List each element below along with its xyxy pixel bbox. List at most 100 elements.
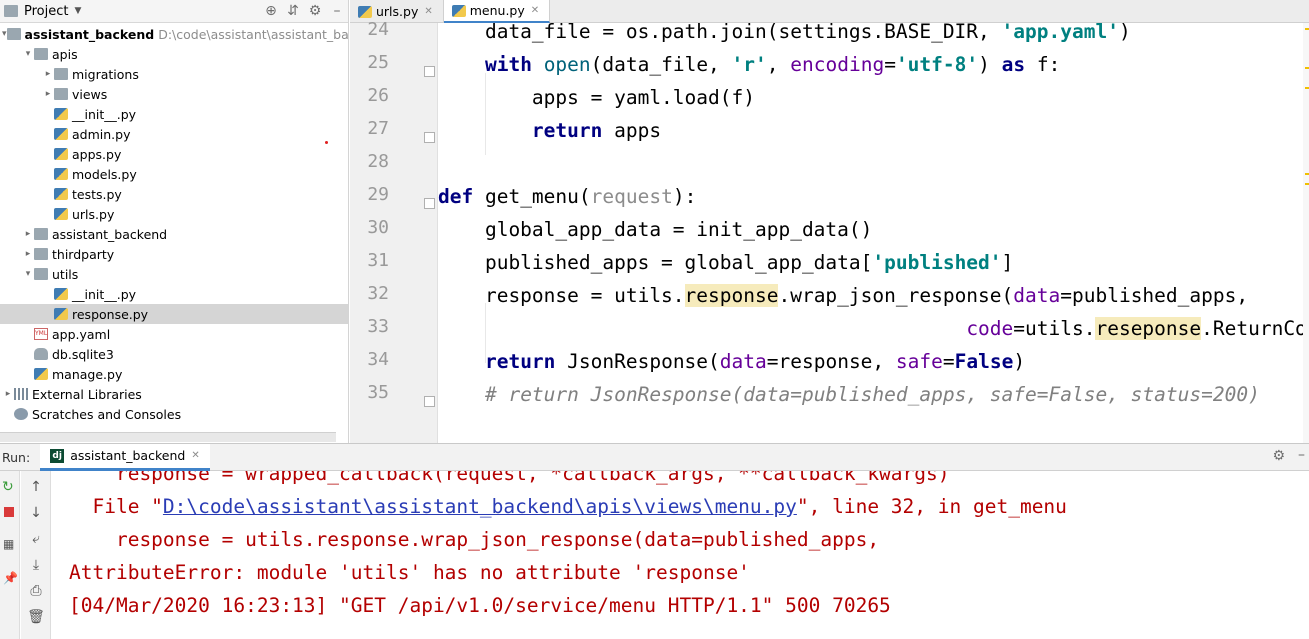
folder-icon [34, 228, 48, 240]
line-number: 33 [367, 316, 389, 337]
collapse-arrow-icon[interactable]: ▸ [22, 249, 34, 259]
tree-item[interactable]: ▾ assistant_backend D:\code\assistant\assi… [0, 24, 348, 44]
code-line: code=utils.reseponse.ReturnCode.SUCCESS) [966, 317, 1309, 340]
tree-item[interactable]: apps.py [0, 144, 348, 164]
python-file-icon [54, 288, 68, 300]
horizontal-scrollbar[interactable] [0, 432, 336, 442]
rerun-icon[interactable]: ↻ [2, 479, 14, 495]
yaml-file-icon: YML [34, 328, 48, 340]
tree-item[interactable]: __init__.py [0, 284, 348, 304]
python-file-icon [34, 368, 48, 380]
python-file-icon [54, 148, 68, 160]
tree-item[interactable]: manage.py [0, 364, 348, 384]
tree-item[interactable]: models.py [0, 164, 348, 184]
arrow-up-icon[interactable]: ↑ [21, 475, 51, 499]
close-icon[interactable]: ✕ [531, 5, 539, 16]
locate-icon[interactable]: ⊕ [260, 0, 282, 22]
line-number: 28 [367, 151, 389, 172]
line-number: 26 [367, 85, 389, 106]
fold-marker-icon[interactable] [424, 396, 435, 407]
editor-scrollbar[interactable] [1303, 23, 1309, 443]
tree-item-label: response.py [72, 306, 149, 322]
hide-icon[interactable]: – [326, 0, 348, 22]
line-gutter: 24 25 26 27 28 29 30 31 32 33 34 35 [350, 19, 438, 443]
layout-icon[interactable]: ▦ [3, 537, 14, 551]
tree-item[interactable]: urls.py [0, 204, 348, 224]
collapse-arrow-icon[interactable]: ▸ [22, 229, 34, 239]
close-icon[interactable]: ✕ [424, 6, 432, 17]
print-icon[interactable]: ⎙ [21, 579, 51, 603]
tree-item-label: app.yaml [52, 326, 111, 342]
tree-item[interactable]: __init__.py [0, 104, 348, 124]
close-icon[interactable]: ✕ [191, 450, 199, 461]
collapse-arrow-icon[interactable]: ▸ [42, 69, 54, 79]
folder-icon [34, 268, 48, 280]
folder-icon [34, 48, 48, 60]
code-line: data_file = os.path.join(settings.BASE_D… [438, 23, 1131, 43]
editor-tabs: urls.py ✕ menu.py ✕ [350, 0, 1309, 23]
python-file-icon [54, 168, 68, 180]
code-area[interactable]: data_file = os.path.join(settings.BASE_D… [438, 23, 1309, 443]
expand-arrow-icon[interactable]: ▾ [22, 49, 34, 59]
editor-tab[interactable]: menu.py ✕ [443, 0, 551, 23]
line-number: 24 [367, 19, 389, 40]
tree-item[interactable]: ▸ views [0, 84, 348, 104]
fold-marker-icon[interactable] [424, 198, 435, 209]
folder-icon [6, 28, 21, 40]
chevron-down-icon[interactable]: ▼ [74, 6, 81, 16]
database-icon [34, 348, 48, 360]
console-line: response = utils.response.wrap_json_resp… [69, 528, 880, 551]
tree-item[interactable]: ▸ assistant_backend [0, 224, 348, 244]
scroll-to-end-icon[interactable]: ⤓ [21, 553, 51, 577]
code-line: with open(data_file, 'r', encoding='utf-… [484, 53, 1061, 76]
run-tab-assistant-backend[interactable]: dj assistant_backend ✕ [40, 443, 210, 471]
gear-icon[interactable]: ⚙ [304, 0, 326, 22]
project-view-selector[interactable]: Project [24, 4, 68, 19]
editor-tab-label: urls.py [376, 4, 419, 19]
hide-icon[interactable]: – [1298, 447, 1305, 463]
trash-icon[interactable]: 🗑 [21, 605, 51, 629]
code-line: return apps [531, 119, 662, 142]
tree-item[interactable]: ▸ migrations [0, 64, 348, 84]
tree-item-label: assistant_backend [24, 26, 155, 42]
line-number: 30 [367, 217, 389, 238]
tree-item[interactable]: ▸ thirdparty [0, 244, 348, 264]
tree-item-label: __init__.py [72, 106, 137, 122]
tree-item-label: db.sqlite3 [52, 346, 114, 362]
collapse-all-icon[interactable]: ⇵ [282, 0, 304, 22]
tree-item[interactable]: ▾ apis [0, 44, 348, 64]
tree-item[interactable]: db.sqlite3 [0, 344, 348, 364]
stop-icon[interactable] [4, 507, 14, 517]
collapse-arrow-icon[interactable]: ▸ [42, 89, 54, 99]
python-file-icon [54, 208, 68, 220]
fold-marker-icon[interactable] [424, 132, 435, 143]
tree-item[interactable]: response.py [0, 304, 348, 324]
tree-item-label: __init__.py [72, 286, 137, 302]
collapse-arrow-icon[interactable]: ▸ [2, 389, 14, 399]
tree-item[interactable]: YML app.yaml [0, 324, 348, 344]
run-console-output[interactable]: response = wrapped_callback(request, *ca… [52, 471, 1309, 639]
tree-item-label: urls.py [72, 206, 115, 222]
expand-arrow-icon[interactable]: ▾ [2, 29, 7, 39]
run-label: Run: [2, 449, 31, 465]
pin-icon[interactable]: 📌 [3, 571, 18, 585]
line-number: 34 [367, 349, 389, 370]
code-line: global_app_data = init_app_data() [438, 218, 873, 241]
tree-item[interactable]: admin.py [0, 124, 348, 144]
tree-item[interactable]: Scratches and Consoles [0, 404, 348, 424]
folder-icon [54, 68, 68, 80]
expand-arrow-icon[interactable]: ▾ [22, 269, 34, 279]
fold-marker-icon[interactable] [424, 66, 435, 77]
code-line: return JsonResponse(data=response, safe=… [484, 350, 1026, 373]
run-tools: ↑ ↓ ⤶ ⤓ ⎙ 🗑 [21, 471, 51, 639]
indent-guide [485, 303, 486, 363]
tree-item[interactable]: ▾ utils [0, 264, 348, 284]
django-icon: dj [50, 448, 65, 463]
project-folder-icon [4, 5, 18, 17]
editor-tab-label: menu.py [469, 3, 525, 18]
tree-item[interactable]: ▸ External Libraries [0, 384, 348, 404]
soft-wrap-icon[interactable]: ⤶ [21, 527, 51, 551]
gear-icon[interactable]: ⚙ [1272, 448, 1285, 464]
tree-item[interactable]: tests.py [0, 184, 348, 204]
arrow-down-icon[interactable]: ↓ [21, 501, 51, 525]
